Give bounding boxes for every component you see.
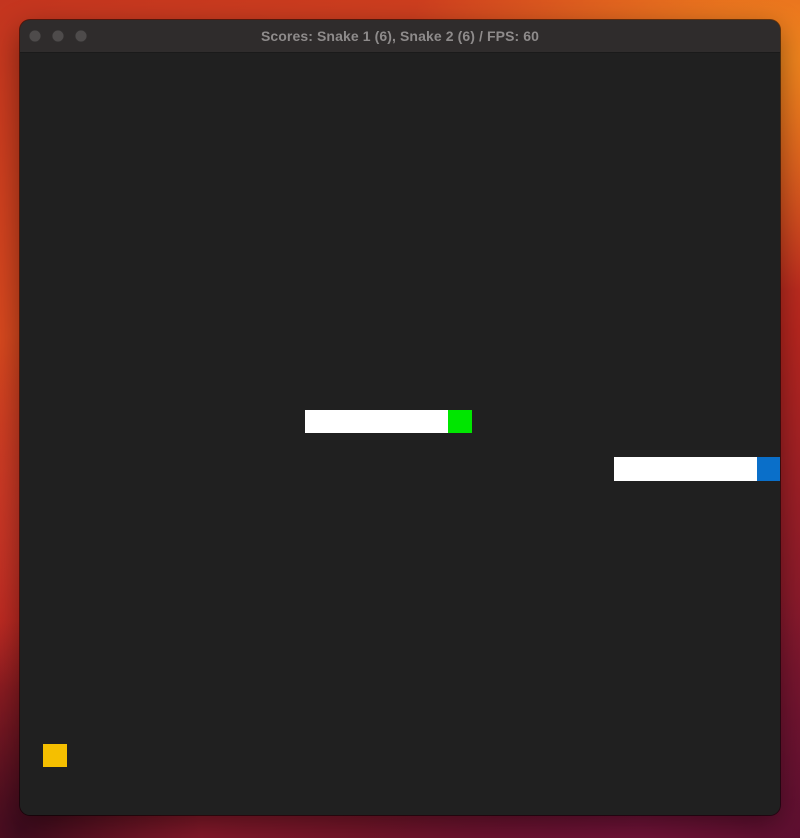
snake-1-head [448,410,472,433]
snake-2-head [757,457,780,481]
game-window[interactable]: Scores: Snake 1 (6), Snake 2 (6) / FPS: … [20,20,780,815]
window-title: Scores: Snake 1 (6), Snake 2 (6) / FPS: … [260,28,540,44]
game-canvas[interactable] [20,53,780,815]
snake-2-body [614,457,757,481]
food-pellet [43,744,67,767]
title-bar[interactable]: Scores: Snake 1 (6), Snake 2 (6) / FPS: … [20,20,780,53]
snake-1-body [305,410,448,433]
desktop-wallpaper: Scores: Snake 1 (6), Snake 2 (6) / FPS: … [0,0,800,838]
